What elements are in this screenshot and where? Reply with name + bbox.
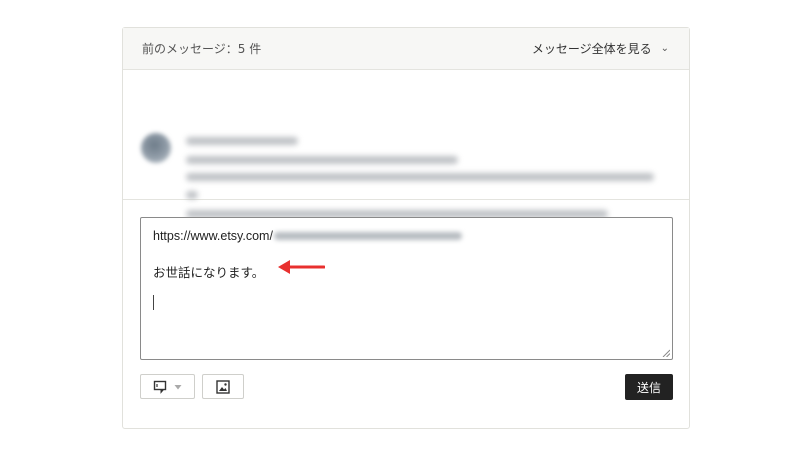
attach-image-button[interactable] (202, 374, 244, 399)
text-cursor (153, 295, 154, 310)
message-url-line: https://www.etsy.com/ (153, 229, 462, 243)
send-button[interactable]: 送信 (625, 374, 673, 400)
view-all-label: メッセージ全体を見る (531, 42, 652, 56)
previous-message (123, 70, 689, 218)
previous-messages-count: 前のメッセージ：5 件 (142, 42, 262, 56)
blurred-message-line (186, 173, 654, 181)
caret-down-icon (174, 384, 181, 389)
snippet-icon (153, 380, 166, 394)
greeting-text: お世話になります。 (153, 265, 265, 280)
chevron-down-icon: ⌄ (660, 43, 669, 54)
message-textarea[interactable]: https://www.etsy.com/ お世話になります。 (140, 217, 673, 360)
blurred-message-line (186, 156, 458, 164)
view-all-messages-toggle[interactable]: メッセージ全体を見る ⌄ (532, 40, 669, 57)
sender-avatar (141, 133, 171, 163)
blurred-message-line (186, 191, 198, 199)
snippet-dropdown-button[interactable] (140, 374, 195, 399)
image-icon (216, 379, 230, 394)
conversation-header: 前のメッセージ：5 件 メッセージ全体を見る ⌄ (123, 28, 689, 70)
blurred-url-path (273, 232, 462, 240)
blurred-sender-name (186, 137, 298, 145)
url-text: https://www.etsy.com/ (153, 229, 273, 243)
red-arrow-annotation (278, 260, 325, 274)
resize-handle-icon[interactable] (662, 349, 670, 357)
